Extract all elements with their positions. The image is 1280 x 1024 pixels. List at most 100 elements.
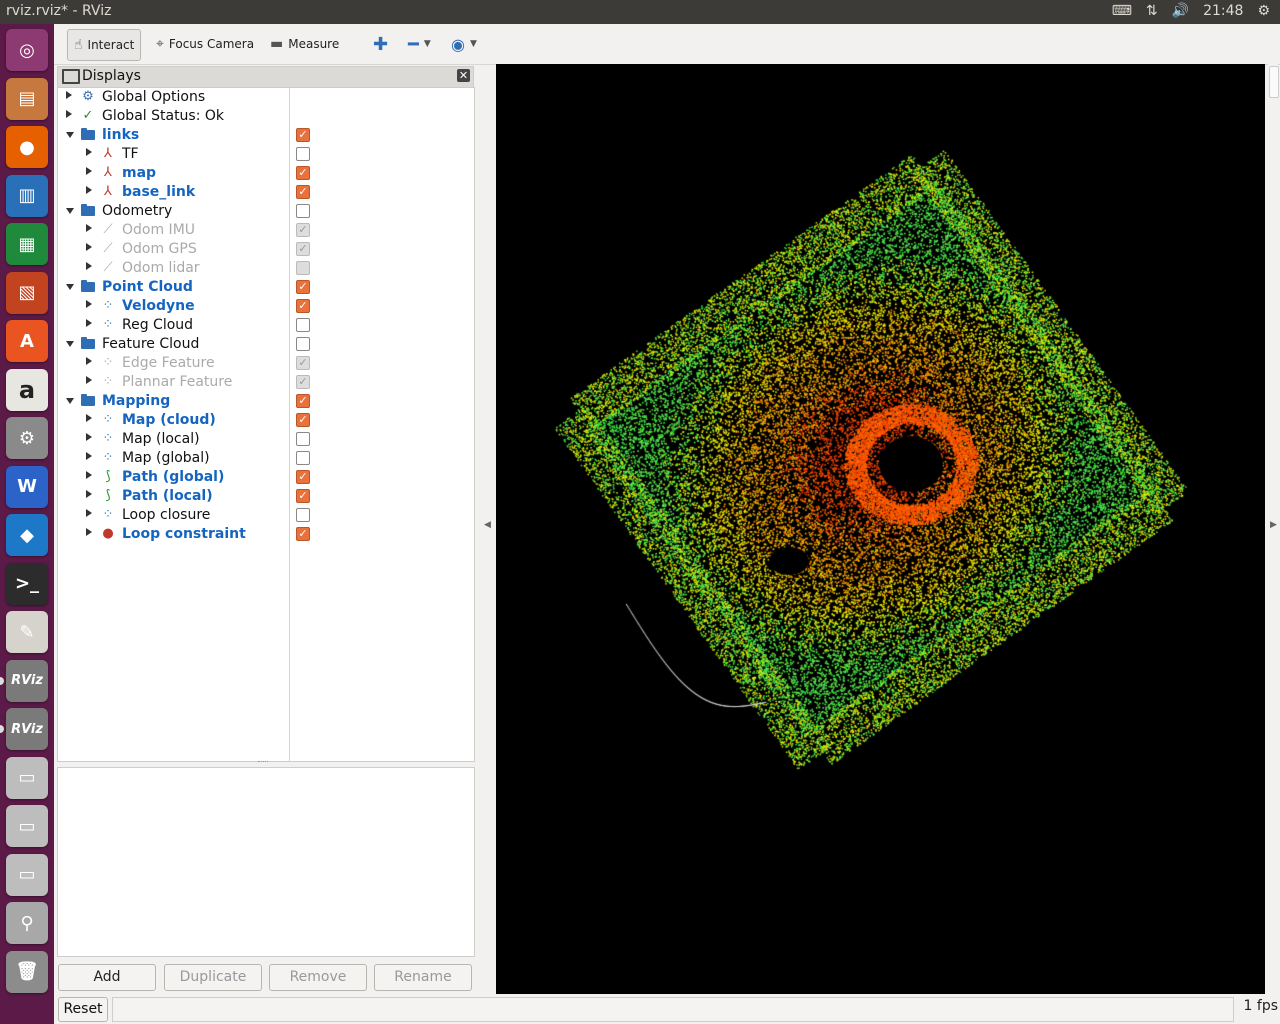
expand-arrow-icon[interactable] bbox=[86, 300, 92, 308]
rviz-icon[interactable]: RViz bbox=[6, 659, 48, 702]
display-row[interactable]: ✓ Global Status: Ok bbox=[58, 107, 472, 126]
drive-icon[interactable]: ▭ bbox=[6, 853, 48, 896]
expand-arrow-icon[interactable] bbox=[86, 471, 92, 479]
splitter-handle[interactable] bbox=[258, 761, 268, 765]
display-row[interactable]: ⁘ Reg Cloud bbox=[58, 316, 472, 335]
display-row[interactable]: Feature Cloud bbox=[58, 335, 472, 354]
display-row[interactable]: ⁘ Plannar Feature ✓ bbox=[58, 373, 472, 392]
clock[interactable]: 21:48 bbox=[1203, 3, 1243, 19]
expand-arrow-icon[interactable] bbox=[86, 224, 92, 232]
impress-icon[interactable]: ▧ bbox=[6, 271, 48, 314]
enable-checkbox[interactable]: ✓ bbox=[296, 223, 310, 237]
expand-arrow-icon[interactable] bbox=[86, 186, 92, 194]
expand-arrow-open-icon[interactable] bbox=[66, 284, 74, 290]
remove-button[interactable]: Remove bbox=[269, 964, 367, 991]
display-row[interactable]: ⁘ Velodyne ✓ bbox=[58, 297, 472, 316]
terminal-icon[interactable]: >_ bbox=[6, 562, 48, 605]
enable-checkbox[interactable]: ✓ bbox=[296, 356, 310, 370]
enable-checkbox[interactable]: ✓ bbox=[296, 128, 310, 142]
display-row[interactable]: ⟋ Odom GPS ✓ bbox=[58, 240, 472, 259]
display-row[interactable]: Mapping ✓ bbox=[58, 392, 472, 411]
enable-checkbox[interactable] bbox=[296, 147, 310, 161]
vscode-icon[interactable]: ◆ bbox=[6, 514, 48, 556]
drive-icon[interactable]: ▭ bbox=[6, 756, 48, 799]
rename-button[interactable]: Rename bbox=[374, 964, 472, 991]
wps-icon[interactable]: W bbox=[6, 465, 48, 508]
rviz-icon[interactable]: RViz bbox=[6, 708, 48, 750]
view-tool-button[interactable]: ◉ ▼ bbox=[445, 29, 483, 59]
display-row[interactable]: Odometry bbox=[58, 202, 472, 221]
text-editor-icon[interactable]: ✎ bbox=[6, 611, 48, 653]
enable-checkbox[interactable] bbox=[296, 261, 310, 275]
render-viewport[interactable] bbox=[496, 64, 1265, 994]
expand-arrow-icon[interactable] bbox=[86, 262, 92, 270]
keyboard-icon[interactable]: ⌨ bbox=[1112, 3, 1132, 19]
expand-arrow-icon[interactable] bbox=[86, 319, 92, 327]
software-center-icon[interactable]: A bbox=[6, 320, 48, 362]
enable-checkbox[interactable]: ✓ bbox=[296, 242, 310, 256]
enable-checkbox[interactable] bbox=[296, 337, 310, 351]
display-row[interactable]: ⅄ map ✓ bbox=[58, 164, 472, 183]
display-row[interactable]: ⟆ Path (global) ✓ bbox=[58, 468, 472, 487]
add-tool-button[interactable]: ✚ bbox=[367, 29, 394, 59]
volume-icon[interactable]: 🔊 bbox=[1172, 3, 1189, 19]
enable-checkbox[interactable]: ✓ bbox=[296, 375, 310, 389]
display-row[interactable]: ⟆ Path (local) ✓ bbox=[58, 487, 472, 506]
display-row[interactable]: ⁘ Map (local) bbox=[58, 430, 472, 449]
expand-arrow-icon[interactable] bbox=[86, 509, 92, 517]
usb-icon[interactable]: ⚲ bbox=[6, 902, 48, 944]
enable-checkbox[interactable]: ✓ bbox=[296, 280, 310, 294]
enable-checkbox[interactable] bbox=[296, 508, 310, 522]
expand-arrow-icon[interactable] bbox=[86, 414, 92, 422]
display-row[interactable]: links ✓ bbox=[58, 126, 472, 145]
enable-checkbox[interactable]: ✓ bbox=[296, 299, 310, 313]
enable-checkbox[interactable]: ✓ bbox=[296, 470, 310, 484]
expand-arrow-open-icon[interactable] bbox=[66, 208, 74, 214]
enable-checkbox[interactable] bbox=[296, 432, 310, 446]
enable-checkbox[interactable]: ✓ bbox=[296, 527, 310, 541]
gear-icon[interactable]: ⚙ bbox=[1257, 3, 1270, 19]
display-row[interactable]: ⁘ Map (global) bbox=[58, 449, 472, 468]
expand-arrow-icon[interactable] bbox=[66, 91, 72, 99]
collapse-right-handle[interactable]: ▶ bbox=[1268, 64, 1278, 994]
display-row[interactable]: ⅄ TF bbox=[58, 145, 472, 164]
expand-arrow-icon[interactable] bbox=[86, 243, 92, 251]
network-icon[interactable]: ⇅ bbox=[1146, 3, 1158, 19]
expand-arrow-icon[interactable] bbox=[86, 452, 92, 460]
display-row[interactable]: ⅄ base_link ✓ bbox=[58, 183, 472, 202]
trash-icon[interactable]: 🗑 bbox=[6, 950, 48, 993]
enable-checkbox[interactable]: ✓ bbox=[296, 413, 310, 427]
files-icon[interactable]: ▤ bbox=[6, 77, 48, 120]
display-row[interactable]: ⚙ Global Options bbox=[58, 88, 472, 107]
display-row[interactable]: ⁘ Loop closure bbox=[58, 506, 472, 525]
collapse-left-handle[interactable]: ◀ bbox=[484, 520, 491, 530]
drive-icon[interactable]: ▭ bbox=[6, 805, 48, 847]
scrollbar[interactable] bbox=[1269, 66, 1279, 98]
display-row[interactable]: ⟋ Odom lidar bbox=[58, 259, 472, 278]
enable-checkbox[interactable]: ✓ bbox=[296, 166, 310, 180]
calc-icon[interactable]: ▦ bbox=[6, 223, 48, 265]
display-row[interactable]: ⁘ Edge Feature ✓ bbox=[58, 354, 472, 373]
expand-arrow-icon[interactable] bbox=[66, 110, 72, 118]
expand-arrow-icon[interactable] bbox=[86, 433, 92, 441]
display-row[interactable]: ⁘ Map (cloud) ✓ bbox=[58, 411, 472, 430]
expand-arrow-icon[interactable] bbox=[86, 357, 92, 365]
remove-tool-button[interactable]: ━ ▼ bbox=[402, 29, 437, 59]
measure-tool-button[interactable]: ▬ Measure bbox=[264, 29, 345, 59]
expand-arrow-icon[interactable] bbox=[86, 167, 92, 175]
expand-arrow-icon[interactable] bbox=[86, 490, 92, 498]
amazon-icon[interactable]: a bbox=[6, 368, 48, 411]
display-row[interactable]: Point Cloud ✓ bbox=[58, 278, 472, 297]
focus-camera-tool-button[interactable]: ⌖ Focus Camera bbox=[150, 29, 260, 59]
reset-button[interactable]: Reset bbox=[58, 997, 108, 1022]
enable-checkbox[interactable]: ✓ bbox=[296, 489, 310, 503]
enable-checkbox[interactable]: ✓ bbox=[296, 185, 310, 199]
enable-checkbox[interactable] bbox=[296, 204, 310, 218]
expand-arrow-icon[interactable] bbox=[86, 148, 92, 156]
ubuntu-dash-icon[interactable]: ◎ bbox=[6, 29, 48, 71]
expand-arrow-open-icon[interactable] bbox=[66, 341, 74, 347]
duplicate-button[interactable]: Duplicate bbox=[164, 964, 262, 991]
system-settings-icon[interactable]: ⚙ bbox=[6, 417, 48, 459]
writer-icon[interactable]: ▥ bbox=[6, 174, 48, 217]
add-button[interactable]: Add bbox=[58, 964, 156, 991]
